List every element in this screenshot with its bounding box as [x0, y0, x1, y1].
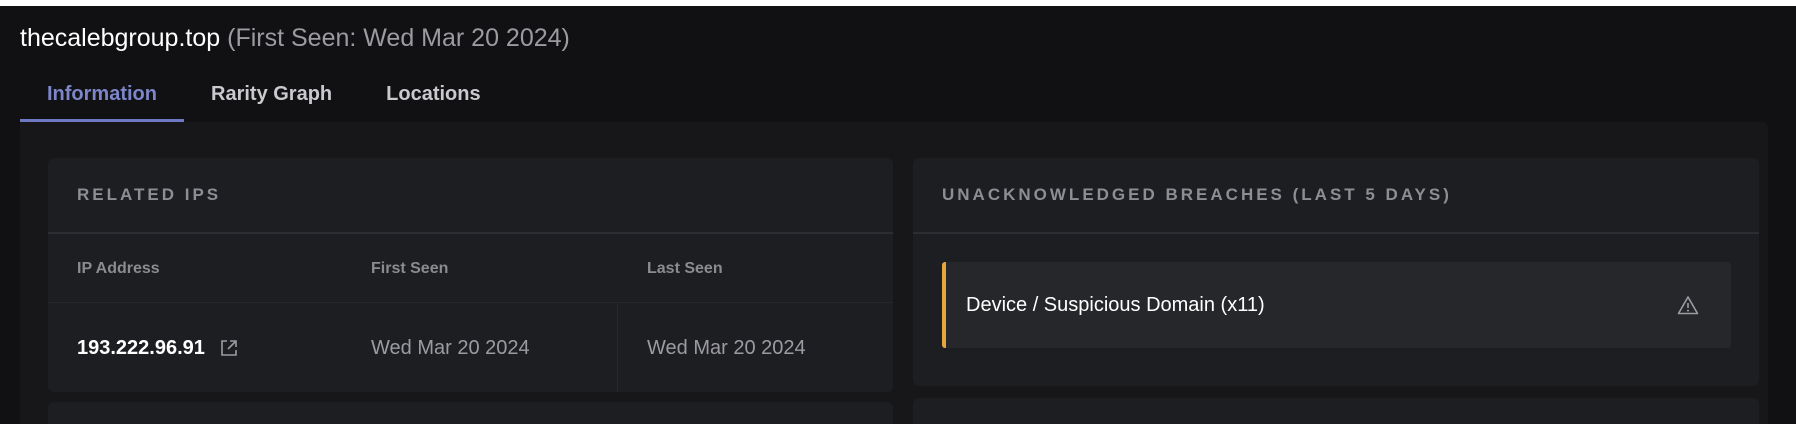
related-ips-card: RELATED IPS IP Address First Seen Last S…: [48, 158, 893, 392]
table-header: IP Address First Seen Last Seen: [48, 234, 893, 303]
ip-address[interactable]: 193.222.96.91: [77, 303, 205, 392]
secondary-card-left: [48, 402, 893, 424]
breach-item[interactable]: Device / Suspicious Domain (x11): [942, 262, 1731, 348]
first-seen-meta: (First Seen: Wed Mar 20 2024): [227, 24, 570, 52]
column-header-first-seen: First Seen: [371, 260, 449, 277]
page-frame: thecalebgroup.top (First Seen: Wed Mar 2…: [0, 6, 1796, 424]
related-ips-title: RELATED IPS: [48, 158, 893, 234]
breaches-card: UNACKNOWLEDGED BREACHES (LAST 5 DAYS) De…: [913, 158, 1759, 386]
tab-bar: Information Rarity Graph Locations: [20, 66, 508, 122]
warning-icon: [1677, 296, 1699, 315]
breach-label: Device / Suspicious Domain (x11): [966, 294, 1265, 316]
table-row: 193.222.96.91 Wed Mar 20 2024 Wed Mar 20…: [48, 303, 893, 392]
breaches-title: UNACKNOWLEDGED BREACHES (LAST 5 DAYS): [913, 158, 1759, 234]
column-header-ip-address: IP Address: [77, 260, 160, 277]
last-seen-cell: Wed Mar 20 2024: [647, 337, 806, 359]
tab-information[interactable]: Information: [20, 66, 184, 122]
tab-locations[interactable]: Locations: [359, 66, 507, 122]
tab-rarity-graph[interactable]: Rarity Graph: [184, 66, 359, 122]
page-title: thecalebgroup.top (First Seen: Wed Mar 2…: [20, 20, 570, 56]
ip-cell: 193.222.96.91: [48, 303, 618, 392]
domain-name: thecalebgroup.top: [20, 24, 221, 52]
secondary-card-right: [913, 398, 1759, 424]
external-link-icon[interactable]: [219, 338, 239, 358]
column-header-last-seen: Last Seen: [647, 260, 723, 277]
first-seen-cell: Wed Mar 20 2024: [371, 337, 530, 359]
